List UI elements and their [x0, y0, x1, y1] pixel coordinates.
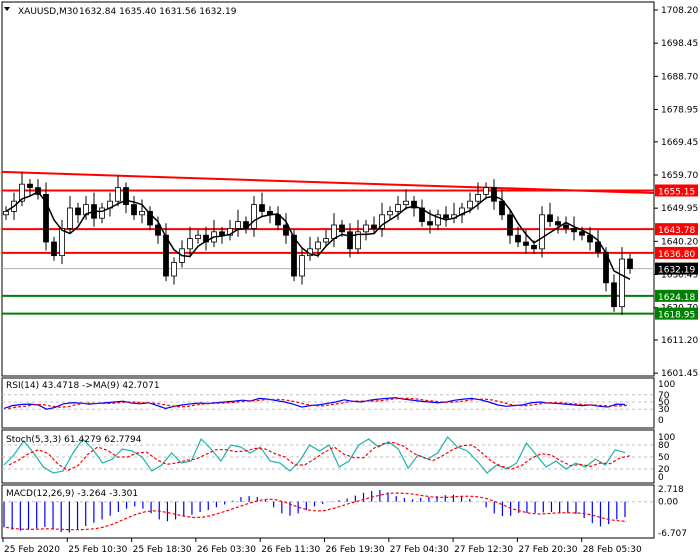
candle	[427, 221, 433, 226]
macd-tick-label: 2.718	[658, 485, 684, 495]
ohlc-values: 1632.84 1635.40 1631.56 1632.19	[79, 7, 237, 17]
candle	[523, 241, 529, 246]
time-axis-label: 27 Feb 12:30	[454, 545, 513, 555]
price-tick-label: 1698.45	[661, 39, 698, 49]
chart-canvas[interactable]: 1708.20 1698.45 1688.70 1678.95 1669.45 1659.…	[0, 0, 700, 560]
candle	[299, 255, 305, 277]
level-price-label: 1618.95	[658, 311, 695, 321]
candle	[475, 193, 481, 202]
time-axis-label: 25 Feb 2020	[4, 545, 60, 555]
price-tick-label: 1708.20	[661, 6, 698, 16]
candle	[555, 221, 561, 226]
macd-tick-label: -6.707	[658, 529, 687, 539]
time-axis-label: 25 Feb 18:30	[133, 545, 192, 555]
candle	[67, 207, 73, 229]
macd-title: MACD(12,26,9) -3.264 -3.301	[6, 489, 138, 499]
candle	[195, 234, 201, 240]
candle	[403, 200, 409, 205]
candle	[123, 187, 129, 205]
price-tick-label: 1601.45	[661, 369, 698, 379]
candle	[187, 238, 193, 250]
price-tick-label: 1640.20	[661, 237, 698, 247]
rsi-tick-label: 0	[658, 416, 664, 426]
candle	[531, 245, 537, 250]
candle	[627, 258, 633, 269]
candle	[259, 204, 265, 212]
candle	[115, 187, 121, 202]
candle	[395, 204, 401, 212]
candle	[467, 200, 473, 209]
level-price-label: 1643.78	[658, 226, 695, 236]
candle	[507, 214, 513, 236]
candle	[323, 238, 329, 243]
time-axis-label: 26 Feb 11:30	[261, 545, 320, 555]
candle	[547, 214, 553, 223]
level-price-label: 1655.15	[658, 187, 695, 197]
candle	[219, 231, 225, 236]
candle	[579, 231, 585, 236]
candle	[291, 234, 297, 277]
stoch-tick-label: 50	[658, 453, 670, 463]
candle	[163, 234, 169, 277]
candle	[171, 262, 177, 277]
candle	[251, 204, 257, 229]
candle	[235, 221, 241, 229]
current-price-label: 1632.19	[658, 266, 695, 276]
candle	[387, 210, 393, 216]
price-tick-label: 1688.70	[661, 72, 698, 82]
rsi-tick-label: 100	[658, 380, 675, 390]
candle	[499, 200, 505, 216]
time-axis-label: 28 Feb 05:30	[583, 545, 642, 555]
candle	[491, 187, 497, 202]
candle	[99, 207, 105, 219]
candle	[571, 228, 577, 233]
time-axis-label: 25 Feb 10:30	[68, 545, 127, 555]
rsi-title: RSI(14) 43.4718 ->MA(9) 42.7071	[6, 381, 160, 391]
candle	[331, 224, 337, 240]
price-tick-label: 1678.95	[661, 106, 698, 116]
candle	[619, 258, 625, 308]
rsi-tick-label: 30	[658, 405, 670, 415]
candle	[363, 224, 369, 233]
price-tick-label: 1669.45	[661, 138, 698, 148]
candle	[611, 282, 617, 308]
candle	[131, 204, 137, 216]
macd-tick-label: 0.00	[658, 498, 678, 508]
chart-symbol-title: XAUUSD,M30	[18, 7, 78, 17]
candle	[139, 210, 145, 216]
candle	[339, 224, 345, 233]
price-tick-label: 1611.20	[661, 336, 698, 346]
candle	[539, 214, 545, 250]
time-axis-label: 27 Feb 20:30	[518, 545, 577, 555]
candle	[443, 214, 449, 219]
trading-chart-window: 1708.20 1698.45 1688.70 1678.95 1669.45 1659.…	[0, 0, 700, 560]
candle	[347, 231, 353, 250]
candle	[315, 241, 321, 250]
stoch-tick-label: 0	[658, 473, 664, 483]
candle	[515, 234, 521, 243]
candle	[59, 228, 65, 257]
candle	[75, 207, 81, 216]
stoch-title: Stoch(5,3,3) 61.4279 62.7794	[6, 435, 142, 445]
stoch-tick-label: 80	[658, 441, 670, 451]
candle	[3, 210, 9, 216]
price-tick-label: 1659.70	[661, 171, 698, 181]
candle	[563, 224, 569, 229]
price-tick-label: 1649.95	[661, 204, 698, 214]
level-price-label: 1624.18	[658, 293, 695, 303]
candle	[371, 224, 377, 229]
candle	[483, 187, 489, 195]
candle	[27, 183, 33, 188]
time-axis-label: 26 Feb 19:30	[326, 545, 385, 555]
time-axis-label: 27 Feb 04:30	[390, 545, 449, 555]
candle	[51, 241, 57, 257]
level-price-label: 1636.80	[658, 250, 695, 260]
time-axis-label: 26 Feb 03:30	[197, 545, 256, 555]
